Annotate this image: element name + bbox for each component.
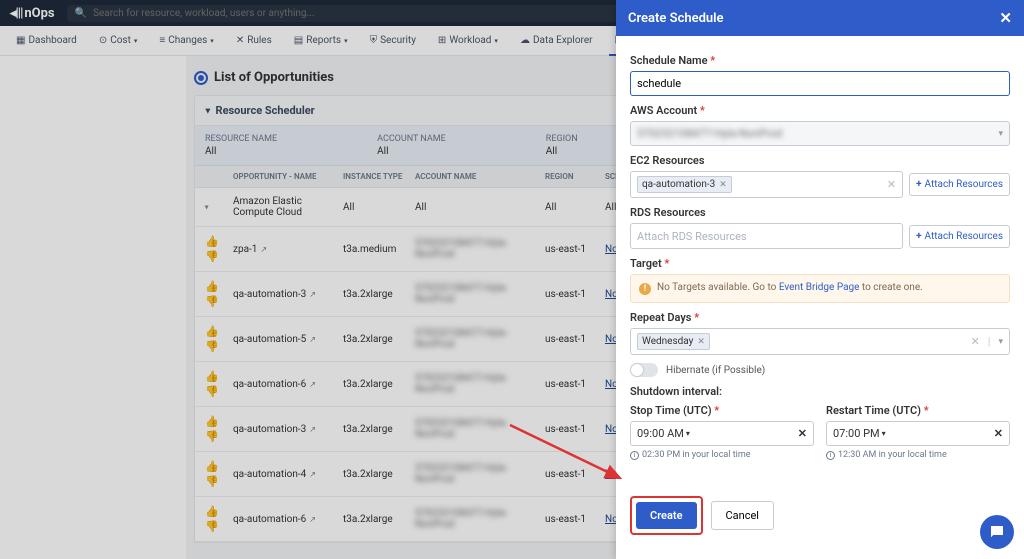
shutdown-interval-label: Shutdown interval: (630, 385, 1010, 398)
repeat-days-select[interactable]: Wednesday✕ ✕ | ▾ (630, 328, 1010, 355)
create-button[interactable]: Create (636, 502, 697, 529)
create-schedule-drawer: Create Schedule ✕ Schedule Name * AWS Ac… (616, 0, 1024, 559)
clear-icon[interactable]: ✕ (887, 178, 896, 191)
rds-resources-label: RDS Resources (630, 206, 1010, 219)
day-chip[interactable]: Wednesday✕ (637, 333, 710, 350)
stop-time-hint: i02:30 PM in your local time (630, 450, 814, 460)
remove-chip-icon[interactable]: ✕ (719, 180, 727, 190)
info-icon: i (630, 451, 639, 460)
schedule-name-input[interactable] (630, 71, 1010, 96)
clear-icon[interactable]: ✕ (798, 427, 807, 440)
attach-rds-button[interactable]: +Attach Resources (909, 225, 1010, 248)
aws-account-select[interactable]: 570232108477-Hyla-NonProd ▾ (630, 121, 1010, 146)
close-icon[interactable]: ✕ (999, 9, 1012, 27)
intercom-launcher[interactable] (980, 515, 1014, 549)
clear-icon[interactable]: ✕ (971, 335, 980, 348)
event-bridge-link[interactable]: Event Bridge Page (779, 282, 860, 293)
target-warning: ! No Targets available. Go to Event Brid… (630, 274, 1010, 303)
cancel-button[interactable]: Cancel (711, 501, 774, 530)
hibernate-label: Hibernate (if Possible) (666, 365, 765, 376)
stop-time-input[interactable]: 09:00 AM▾ ✕ (630, 421, 814, 446)
chevron-down-icon: ▾ (686, 429, 690, 438)
target-label: Target * (630, 257, 1010, 270)
repeat-days-label: Repeat Days * (630, 311, 1010, 324)
clear-icon[interactable]: ✕ (994, 427, 1003, 440)
chevron-down-icon: ▾ (998, 337, 1003, 347)
info-icon: i (826, 451, 835, 460)
chat-icon (988, 523, 1006, 541)
aws-account-label: AWS Account * (630, 104, 1010, 117)
ec2-resources-input[interactable]: qa-automation-3✕ ✕ (630, 171, 903, 198)
stop-time-label: Stop Time (UTC) * (630, 404, 814, 417)
highlight-box: Create (630, 496, 703, 535)
restart-time-input[interactable]: 07:00 PM▾ ✕ (826, 421, 1010, 446)
drawer-header: Create Schedule ✕ (616, 0, 1024, 36)
restart-time-label: Restart Time (UTC) * (826, 404, 1010, 417)
drawer-title: Create Schedule (628, 11, 724, 26)
rds-resources-input[interactable]: Attach RDS Resources (630, 223, 903, 249)
chevron-down-icon: ▾ (882, 429, 886, 438)
restart-time-hint: i12:30 AM in your local time (826, 450, 1010, 460)
drawer-footer: Create Cancel (616, 484, 1024, 559)
warning-icon: ! (639, 283, 651, 295)
remove-chip-icon[interactable]: ✕ (697, 337, 705, 347)
hibernate-toggle[interactable] (630, 363, 658, 377)
resource-chip[interactable]: qa-automation-3✕ (637, 176, 732, 193)
ec2-resources-label: EC2 Resources (630, 154, 1010, 167)
schedule-name-label: Schedule Name * (630, 54, 1010, 67)
attach-ec2-button[interactable]: +Attach Resources (909, 173, 1010, 196)
chevron-down-icon: ▾ (998, 129, 1003, 139)
